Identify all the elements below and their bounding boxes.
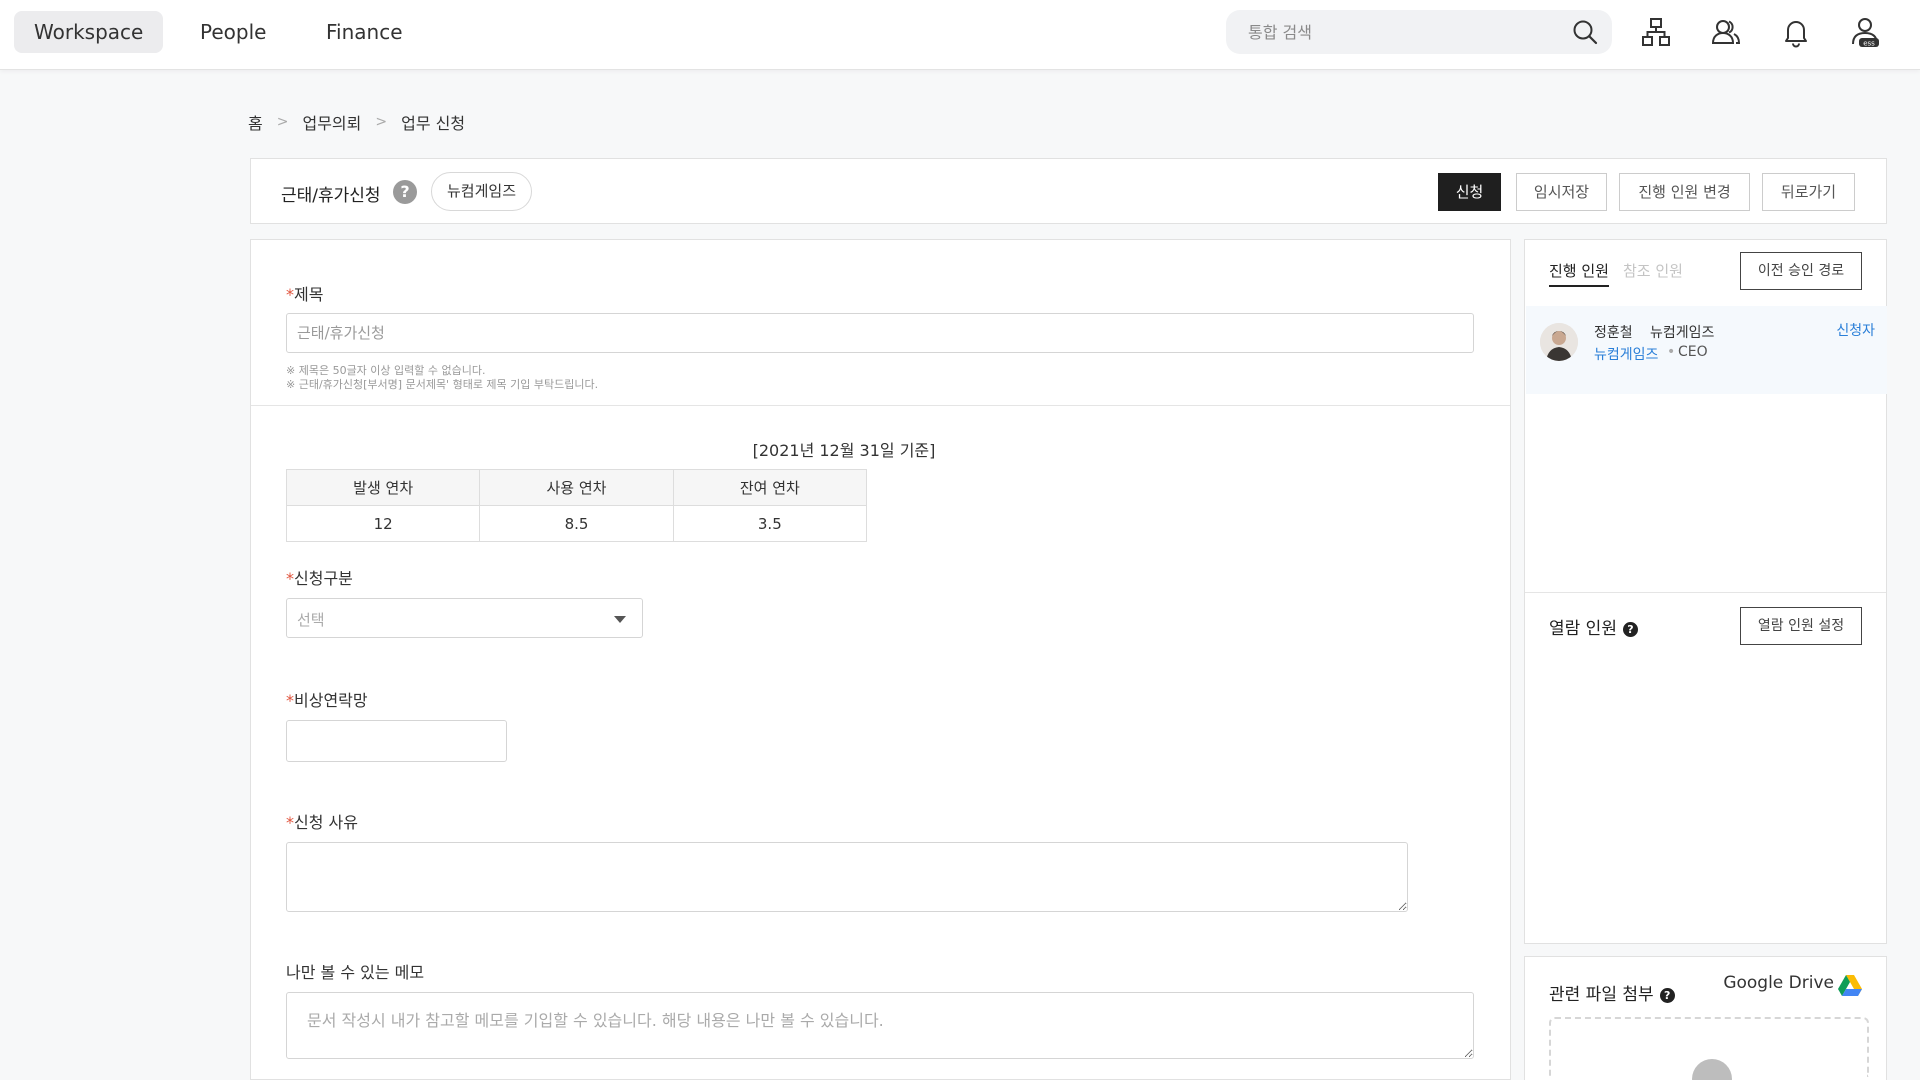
list-item: 정훈철 뉴컴게임즈 뉴컴게임즈 • CEO 신청자 bbox=[1526, 306, 1887, 394]
breadcrumb-work-request[interactable]: 업무의뢰 bbox=[302, 110, 361, 134]
divider bbox=[1525, 592, 1886, 593]
nav-tab-people[interactable]: People bbox=[180, 11, 286, 53]
title-label: *제목 bbox=[286, 281, 323, 305]
emergency-contact-label-text: 비상연락망 bbox=[294, 691, 368, 710]
avatar bbox=[1540, 323, 1578, 361]
global-search bbox=[1226, 10, 1612, 54]
table-cell: 12 bbox=[285, 505, 481, 542]
table-header-row: 발생 연차 사용 연차 잔여 연차 bbox=[285, 469, 868, 506]
viewers-heading-text: 열람 인원 bbox=[1549, 619, 1617, 639]
approver-name: 정훈철 bbox=[1594, 325, 1633, 341]
file-drop-zone[interactable] bbox=[1549, 1017, 1869, 1080]
title-label-text: 제목 bbox=[294, 285, 324, 304]
reason-label: *신청 사유 bbox=[286, 809, 358, 833]
private-memo-textarea[interactable] bbox=[286, 992, 1474, 1059]
company-chip[interactable]: 뉴컴게임즈 bbox=[431, 172, 533, 211]
leave-basis-date: [2021년 12월 31일 기준] bbox=[752, 441, 936, 460]
submit-button[interactable]: 신청 bbox=[1438, 173, 1501, 211]
private-memo-label: 나만 볼 수 있는 메모 bbox=[286, 963, 425, 982]
table-row: 12 8.5 3.5 bbox=[285, 505, 868, 542]
table-cell: 8.5 bbox=[479, 505, 674, 542]
required-mark: * bbox=[286, 813, 294, 832]
table-cell: 3.5 bbox=[672, 505, 868, 542]
ess-profile-icon[interactable]: ess bbox=[1849, 16, 1881, 48]
category-select-value: 선택 bbox=[297, 611, 325, 629]
chevron-right-icon: > bbox=[276, 114, 289, 130]
search-icon[interactable] bbox=[1572, 19, 1598, 45]
search-input[interactable] bbox=[1248, 10, 1568, 54]
org-chart-icon[interactable] bbox=[1640, 16, 1672, 48]
viewers-heading: 열람 인원? bbox=[1549, 614, 1638, 639]
upload-icon bbox=[1692, 1059, 1732, 1080]
reason-textarea[interactable] bbox=[286, 842, 1408, 912]
breadcrumb-home[interactable]: 홈 bbox=[248, 110, 263, 134]
chevron-right-icon: > bbox=[375, 114, 388, 130]
approver-company-link[interactable]: 뉴컴게임즈 bbox=[1594, 344, 1658, 364]
reason-label-text: 신청 사유 bbox=[294, 813, 358, 832]
form-card: *제목 ※ 제목은 50글자 이상 입력할 수 없습니다. ※ 근태/휴가신청[… bbox=[250, 239, 1511, 1080]
approver-company: 뉴컴게임즈 bbox=[1650, 325, 1715, 341]
svg-text:ess: ess bbox=[1863, 40, 1875, 48]
attachments-panel: 관련 파일 첨부? Google Drive bbox=[1524, 956, 1887, 1080]
emergency-contact-input[interactable] bbox=[286, 720, 507, 762]
attachments-heading: 관련 파일 첨부? bbox=[1549, 980, 1675, 1005]
approver-separator: • bbox=[1667, 344, 1676, 360]
nav-tab-workspace[interactable]: Workspace bbox=[14, 11, 164, 53]
back-button[interactable]: 뒤로가기 bbox=[1762, 173, 1855, 211]
person-photo-icon bbox=[1540, 323, 1578, 361]
help-icon[interactable]: ? bbox=[1622, 622, 1638, 637]
tab-references[interactable]: 참조 인원 bbox=[1623, 260, 1683, 285]
table-header: 잔여 연차 bbox=[672, 469, 868, 506]
table-header: 발생 연차 bbox=[285, 469, 481, 506]
caret-down-icon bbox=[614, 616, 626, 623]
previous-route-button[interactable]: 이전 승인 경로 bbox=[1740, 252, 1862, 290]
tab-approvers[interactable]: 진행 인원 bbox=[1549, 260, 1609, 287]
bell-icon[interactable] bbox=[1780, 16, 1812, 48]
approval-panel: 진행 인원 참조 인원 이전 승인 경로 정훈철 뉴컴게임즈 뉴컴게임즈 • C… bbox=[1524, 239, 1887, 944]
table-header: 사용 연차 bbox=[479, 469, 674, 506]
top-navigation-bar: Workspace People Finance ess bbox=[0, 0, 1920, 70]
attachments-heading-text: 관련 파일 첨부 bbox=[1549, 985, 1654, 1005]
nav-tab-finance[interactable]: Finance bbox=[306, 11, 423, 53]
help-icon[interactable]: ? bbox=[393, 180, 417, 204]
category-label: *신청구분 bbox=[286, 565, 353, 589]
requester-badge: 신청자 bbox=[1836, 323, 1875, 339]
title-section: *제목 ※ 제목은 50글자 이상 입력할 수 없습니다. ※ 근태/휴가신청[… bbox=[251, 240, 1510, 406]
save-draft-button[interactable]: 임시저장 bbox=[1516, 173, 1607, 211]
approver-role: CEO bbox=[1678, 344, 1708, 360]
title-note-2: ※ 근태/휴가신청[부서명] 문서제목' 형태로 제목 기입 부탁드립니다. bbox=[286, 378, 599, 391]
breadcrumb-current: 업무 신청 bbox=[401, 114, 466, 133]
page-title: 근태/휴가신청 bbox=[281, 186, 381, 206]
leave-summary-table: 발생 연차 사용 연차 잔여 연차 12 8.5 3.5 bbox=[285, 469, 868, 542]
emergency-contact-label: *비상연락망 bbox=[286, 687, 368, 711]
form-header: 근태/휴가신청 ? 뉴컴게임즈 신청 임시저장 진행 인원 변경 뒤로가기 bbox=[250, 158, 1887, 224]
required-mark: * bbox=[286, 569, 294, 588]
title-input[interactable] bbox=[286, 313, 1474, 353]
required-mark: * bbox=[286, 285, 294, 304]
change-approvers-button[interactable]: 진행 인원 변경 bbox=[1619, 173, 1750, 211]
required-mark: * bbox=[286, 691, 294, 710]
google-drive-link[interactable]: Google Drive bbox=[1723, 973, 1834, 993]
category-label-text: 신청구분 bbox=[294, 569, 353, 588]
help-icon[interactable]: ? bbox=[1659, 988, 1675, 1003]
viewer-settings-button[interactable]: 열람 인원 설정 bbox=[1740, 607, 1862, 645]
google-drive-icon[interactable] bbox=[1838, 974, 1862, 996]
category-select[interactable]: 선택 bbox=[286, 598, 643, 638]
breadcrumb: 홈 > 업무의뢰 > 업무 신청 bbox=[248, 110, 465, 134]
contacts-icon[interactable] bbox=[1710, 16, 1742, 48]
